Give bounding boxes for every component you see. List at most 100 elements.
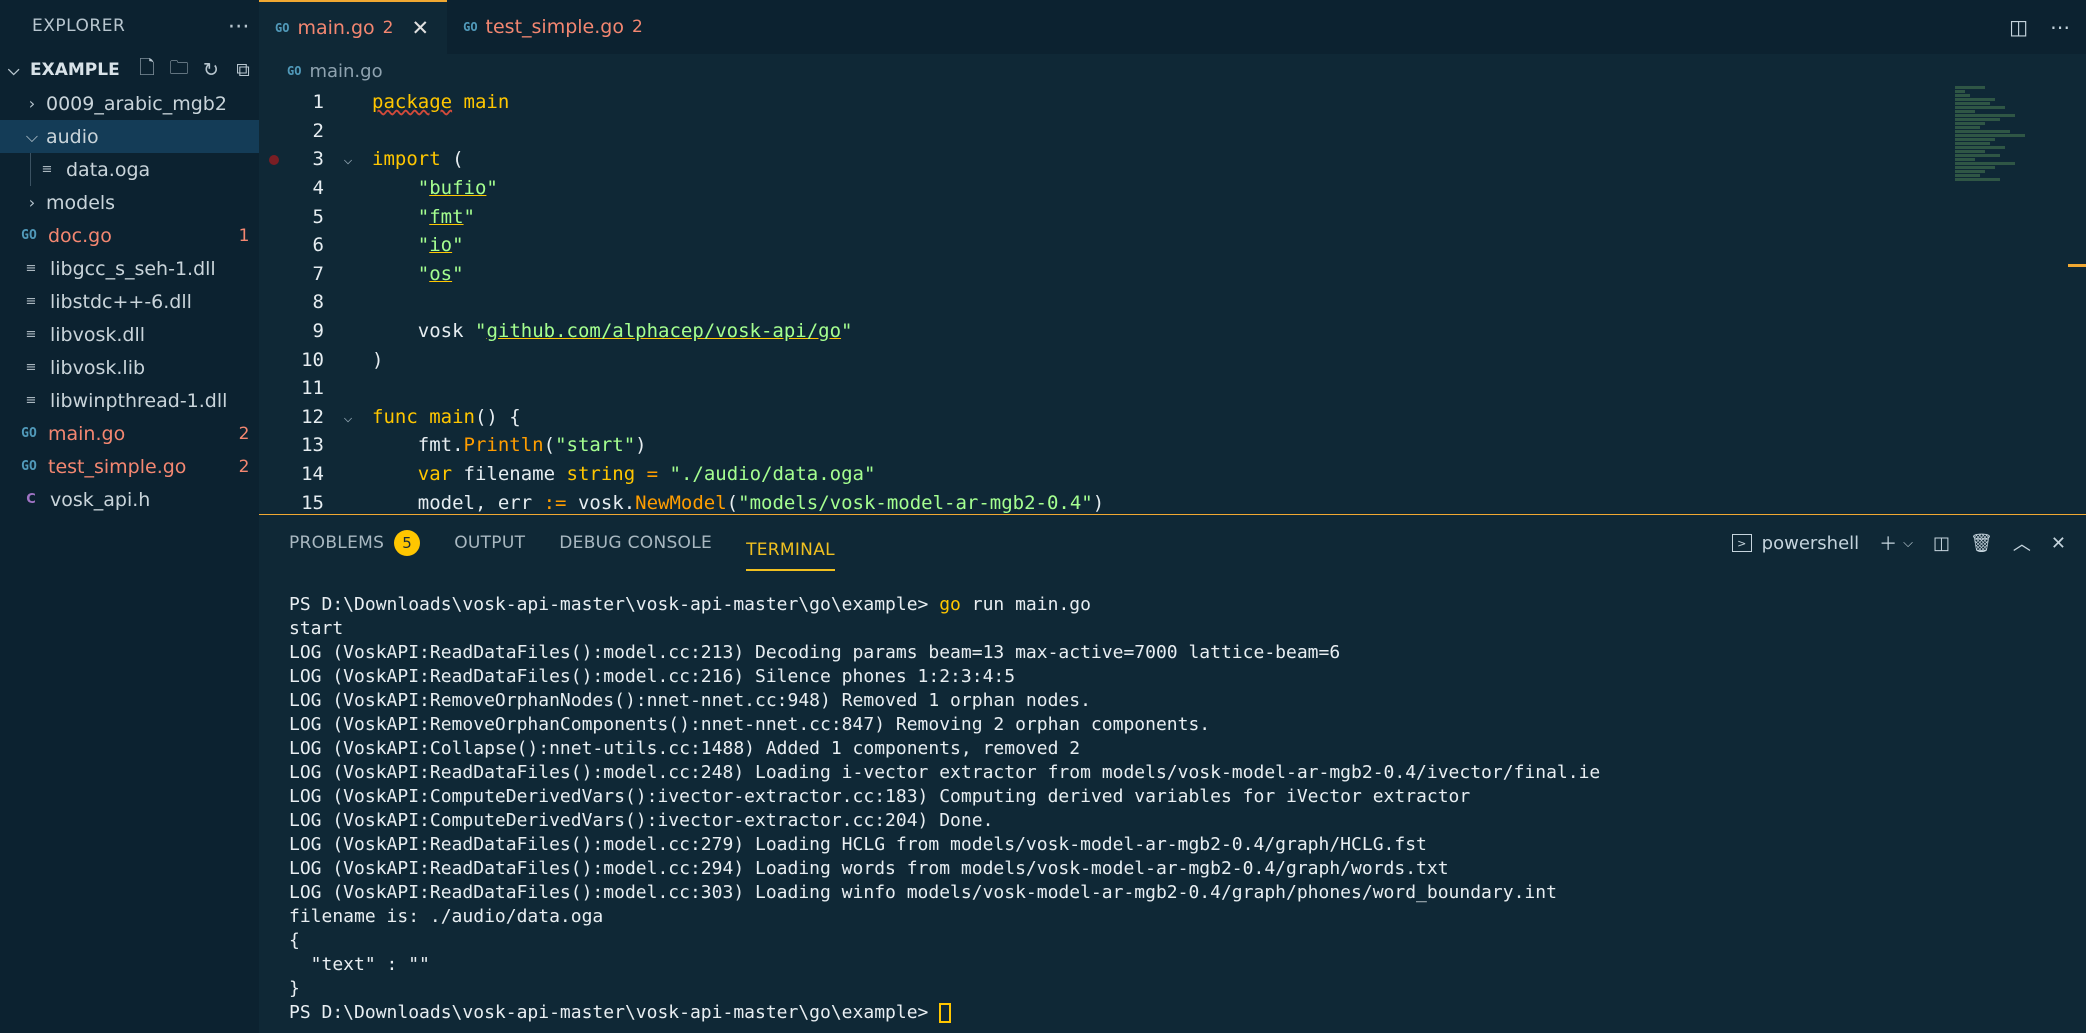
split-terminal-icon[interactable]: ◫ (1933, 533, 1950, 554)
tree-file[interactable]: ≡ libwinpthread-1.dll (0, 384, 259, 417)
tree-file[interactable]: Cvosk_api.h (0, 483, 259, 516)
tab-terminal-label: TERMINAL (746, 540, 835, 560)
scrollbar-marker[interactable] (2068, 264, 2086, 267)
tree-item-label: test_simple.go (48, 455, 187, 478)
tab-output[interactable]: OUTPUT (454, 515, 525, 571)
line-number: 10 (301, 348, 324, 371)
tree-folder[interactable]: › 0009_arabic_mgb2 (0, 87, 259, 120)
add-terminal-icon[interactable]: ＋ (1879, 530, 1897, 556)
tab-terminal[interactable]: TERMINAL (746, 531, 835, 571)
file-icon: ≡ (25, 393, 37, 408)
fold-icon[interactable]: ⌵ (324, 150, 372, 168)
tree-item-label: libstdc++-6.dll (50, 290, 192, 313)
code-line: 2 (259, 117, 2086, 146)
split-editor-icon[interactable]: ◫ (2009, 15, 2028, 39)
collapse-all-icon[interactable]: ⧉ (227, 59, 259, 81)
editor-tab-bar: GO main.go 2 ✕ GO test_simple.go 2 ◫ ⋯ (259, 0, 2086, 54)
line-number: 7 (312, 262, 324, 285)
tab-test-simple-go[interactable]: GO test_simple.go 2 (447, 0, 661, 54)
close-icon[interactable]: ✕ (411, 16, 429, 40)
tree-file[interactable]: ≡ data.oga (0, 153, 259, 186)
file-icon: ≡ (25, 261, 37, 276)
tab-problems[interactable]: PROBLEMS 5 (289, 515, 421, 571)
tree-file[interactable]: ≡ libvosk.lib (0, 351, 259, 384)
close-panel-icon[interactable]: ✕ (2051, 533, 2066, 554)
trash-icon[interactable]: 🗑 (1970, 533, 1993, 554)
terminal-line: start (289, 618, 344, 639)
terminal-line: LOG (VoskAPI:ReadDataFiles():model.cc:30… (289, 882, 1557, 903)
file-icon: ≡ (25, 327, 37, 342)
minimap-line (1955, 118, 2000, 121)
tree-folder[interactable]: › models (0, 186, 259, 219)
tree-file[interactable]: ≡ libvosk.dll (0, 318, 259, 351)
terminal-icon: > (1731, 534, 1752, 552)
terminal-shell-selector[interactable]: > powershell (1731, 532, 1860, 554)
more-icon[interactable]: ⋯ (219, 14, 259, 39)
terminal-line: LOG (VoskAPI:ReadDataFiles():model.cc:29… (289, 858, 1449, 879)
breadcrumb-file[interactable]: main.go (309, 61, 382, 82)
minimap-line (1955, 154, 2000, 157)
terminal-line: LOG (VoskAPI:RemoveOrphanComponents():nn… (289, 714, 1211, 735)
workspace-folder-name: EXAMPLE (30, 59, 120, 80)
tree-item-label: libwinpthread-1.dll (50, 389, 228, 412)
code-editor[interactable]: 1 package main 2 3 ⌵ import ( 4 "bufio" 5 "… (259, 88, 2086, 514)
line-number: 15 (301, 491, 324, 514)
chevron-down-icon: ⌵ (8, 60, 20, 79)
tree-item-label: libvosk.lib (50, 356, 146, 379)
tree-item-label: doc.go (48, 224, 112, 247)
tree-item-label: audio (46, 125, 99, 148)
terminal-line: filename is: ./audio/data.oga (289, 906, 604, 927)
terminal-line: LOG (VoskAPI:ComputeDerivedVars():ivecto… (289, 810, 994, 831)
minimap-line (1955, 178, 2000, 181)
terminal-line: LOG (VoskAPI:Collapse():nnet-utils.cc:14… (289, 738, 1081, 759)
tree-file[interactable]: GO doc.go 1 (0, 219, 259, 252)
problem-count-badge: 2 (238, 456, 250, 477)
terminal-output[interactable]: PS D:\Downloads\vosk-api-master\vosk-api… (289, 593, 1600, 1025)
problem-count-badge: 1 (238, 225, 250, 246)
fold-icon[interactable]: ⌵ (324, 408, 372, 426)
more-actions-icon[interactable]: ⋯ (2050, 15, 2070, 39)
tab-label: test_simple.go (485, 16, 624, 38)
tab-debug-console[interactable]: DEBUG CONSOLE (559, 515, 712, 571)
new-file-icon[interactable]: 🗋 (131, 54, 163, 86)
minimap[interactable] (1955, 85, 2085, 205)
code-line: 5 "fmt" (259, 202, 2086, 231)
new-folder-icon[interactable]: 🗀 (163, 54, 195, 86)
tree-file[interactable]: GO test_simple.go 2 (0, 450, 259, 483)
go-file-icon: GO (275, 21, 290, 35)
line-number: 6 (312, 234, 324, 257)
chevron-down-icon[interactable]: ⌵ (1903, 536, 1913, 551)
breakpoint-hint[interactable] (269, 148, 289, 170)
go-file-icon: GO (287, 64, 302, 78)
minimap-line (1955, 106, 2005, 109)
refresh-icon[interactable]: ↻ (195, 59, 227, 81)
terminal-command-go: go (939, 594, 961, 615)
minimap-line (1955, 162, 2015, 165)
minimap-line (1955, 130, 2010, 133)
tree-file[interactable]: ≡ libstdc++-6.dll (0, 285, 259, 318)
tree-file[interactable]: ≡ libgcc_s_seh-1.dll (0, 252, 259, 285)
tab-label: main.go (297, 17, 375, 39)
line-number: 1 (312, 91, 324, 114)
terminal-line: { (289, 930, 300, 951)
explorer-sidebar: EXPLORER ⋯ ⌵ EXAMPLE 🗋 🗀 ↻ ⧉ › 0009_arabi… (0, 0, 259, 1033)
maximize-panel-icon[interactable]: ︿ (2013, 530, 2031, 556)
tab-debug-console-label: DEBUG CONSOLE (559, 533, 713, 553)
shell-name: powershell (1761, 532, 1860, 554)
code-line: 9 vosk "github.com/alphacep/vosk-api/go" (259, 317, 2086, 346)
tree-file[interactable]: GO main.go 2 (0, 417, 259, 450)
workspace-folder[interactable]: ⌵ EXAMPLE 🗋 🗀 ↻ ⧉ (0, 52, 259, 87)
chevron-right-icon: › (28, 94, 36, 113)
c-file-icon: C (26, 492, 36, 507)
minimap-line (1955, 150, 1985, 153)
code-line: 7 "os" (259, 260, 2086, 289)
minimap-line (1955, 90, 1965, 93)
code-line: 4 "bufio" (259, 174, 2086, 203)
line-number: 5 (312, 205, 324, 228)
tree-item-label: libvosk.dll (50, 323, 146, 346)
tree-folder[interactable]: ⌵ audio (0, 120, 259, 153)
minimap-line (1955, 134, 2025, 137)
breadcrumb[interactable]: GO main.go (259, 54, 2086, 88)
tab-main-go[interactable]: GO main.go 2 ✕ (259, 0, 448, 54)
minimap-line (1955, 102, 1990, 105)
